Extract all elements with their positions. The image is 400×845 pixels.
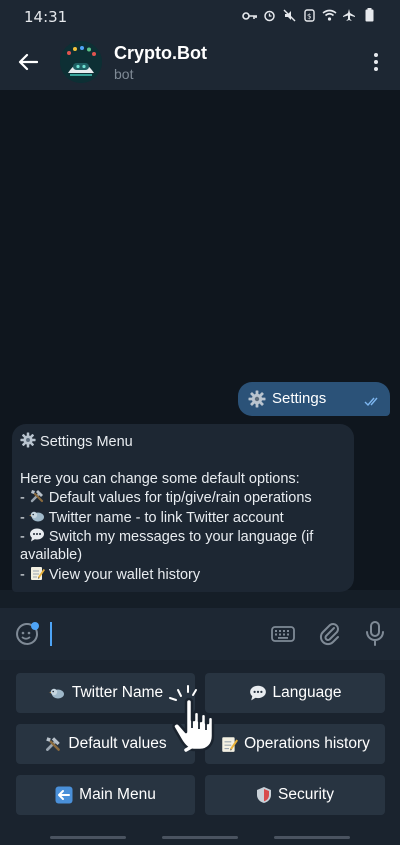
- status-icons: $: [242, 8, 376, 26]
- message-item: - Switch my messages to your language (i…: [20, 527, 344, 546]
- airplane-icon: [342, 8, 356, 26]
- nav-back[interactable]: [274, 836, 350, 839]
- shield-icon: [257, 787, 271, 803]
- security-button[interactable]: Security: [205, 775, 385, 815]
- button-label: Operations history: [244, 735, 370, 752]
- button-label: Security: [278, 786, 334, 803]
- attach-button[interactable]: [318, 621, 342, 647]
- microphone-icon: [366, 621, 384, 646]
- chat-header: Crypto.Bot bot: [0, 34, 400, 90]
- battery-icon: [362, 8, 376, 26]
- item-text: Default values for tip/give/rain operati…: [48, 490, 312, 507]
- key-icon: [242, 10, 257, 25]
- paperclip-icon: [319, 623, 339, 646]
- item-prefix: -: [20, 509, 29, 526]
- bot-keyboard-toggle-button[interactable]: [271, 623, 295, 645]
- mute-icon: [282, 9, 296, 26]
- tools-icon: [30, 490, 43, 503]
- item-text: Twitter name - to link Twitter account: [48, 509, 284, 526]
- keyboard-icon: [271, 626, 295, 642]
- item-text: Switch my messages to your language (if: [48, 529, 314, 546]
- alarm-icon: [262, 9, 276, 26]
- data-saver-icon: $: [302, 8, 316, 26]
- chat-subtitle: bot: [114, 65, 134, 82]
- hand-pointer-icon: [169, 685, 215, 752]
- speech-bubble-icon: [249, 685, 266, 701]
- voice-button[interactable]: [364, 620, 386, 648]
- message-title-row: Settings Menu: [20, 432, 344, 451]
- memo-icon: [30, 566, 45, 580]
- chat-title: Crypto.Bot: [114, 42, 207, 63]
- dot-icon: [374, 53, 378, 57]
- item-text: View your wallet history: [48, 566, 201, 583]
- button-label: Language: [272, 684, 342, 701]
- incoming-message[interactable]: Settings Menu Here you can change some d…: [12, 424, 354, 593]
- nav-home[interactable]: [162, 836, 238, 839]
- dot-icon: [374, 67, 378, 71]
- emoji-button[interactable]: [14, 621, 40, 647]
- wifi-icon: [322, 9, 337, 25]
- svg-text:$: $: [307, 12, 311, 20]
- message-item-continued: available): [20, 547, 83, 564]
- main-menu-button[interactable]: Main Menu: [16, 775, 195, 815]
- button-label: Main Menu: [79, 786, 156, 803]
- message-input-field[interactable]: [50, 622, 52, 646]
- read-ticks-icon: [364, 397, 382, 410]
- robot-icon: [60, 41, 102, 83]
- message-intro: Here you can change some default options…: [20, 470, 300, 487]
- chat-titles[interactable]: Crypto.Bot bot: [114, 43, 207, 82]
- gear-icon: [248, 390, 266, 407]
- nav-recent-apps[interactable]: [50, 836, 126, 839]
- tap-gesture-overlay: [166, 684, 236, 756]
- speech-bubble-icon: [29, 528, 44, 542]
- dot-icon: [374, 60, 378, 64]
- gear-icon: [20, 432, 36, 448]
- bird-icon: [29, 511, 44, 522]
- outgoing-message[interactable]: Settings: [238, 382, 390, 416]
- message-item: - View your wallet history: [20, 565, 344, 584]
- message-item: - Twitter name - to link Twitter account: [20, 508, 344, 527]
- item-prefix: -: [20, 529, 29, 546]
- back-arrow-icon: [55, 786, 73, 804]
- outgoing-message-text: Settings: [272, 390, 327, 407]
- button-label: Twitter Name: [71, 684, 164, 701]
- item-prefix: -: [20, 566, 29, 583]
- item-prefix: -: [20, 490, 29, 507]
- status-bar: 14:31 $: [0, 0, 400, 34]
- sticker-icon: [16, 622, 39, 645]
- more-menu-button[interactable]: [366, 50, 386, 74]
- tools-icon: [46, 737, 61, 751]
- message-title: Settings Menu: [40, 434, 133, 450]
- button-label: Default values: [68, 735, 167, 752]
- avatar[interactable]: [60, 41, 102, 83]
- back-button[interactable]: [8, 42, 48, 82]
- status-time: 14:31: [24, 8, 68, 26]
- message-item: - Default values for tip/give/rain opera…: [20, 488, 344, 507]
- chat-area[interactable]: Settings Settings Menu Here you can chan…: [0, 90, 400, 593]
- bird-icon: [49, 688, 64, 699]
- message-input-bar: [0, 608, 400, 660]
- arrow-left-icon: [18, 53, 38, 71]
